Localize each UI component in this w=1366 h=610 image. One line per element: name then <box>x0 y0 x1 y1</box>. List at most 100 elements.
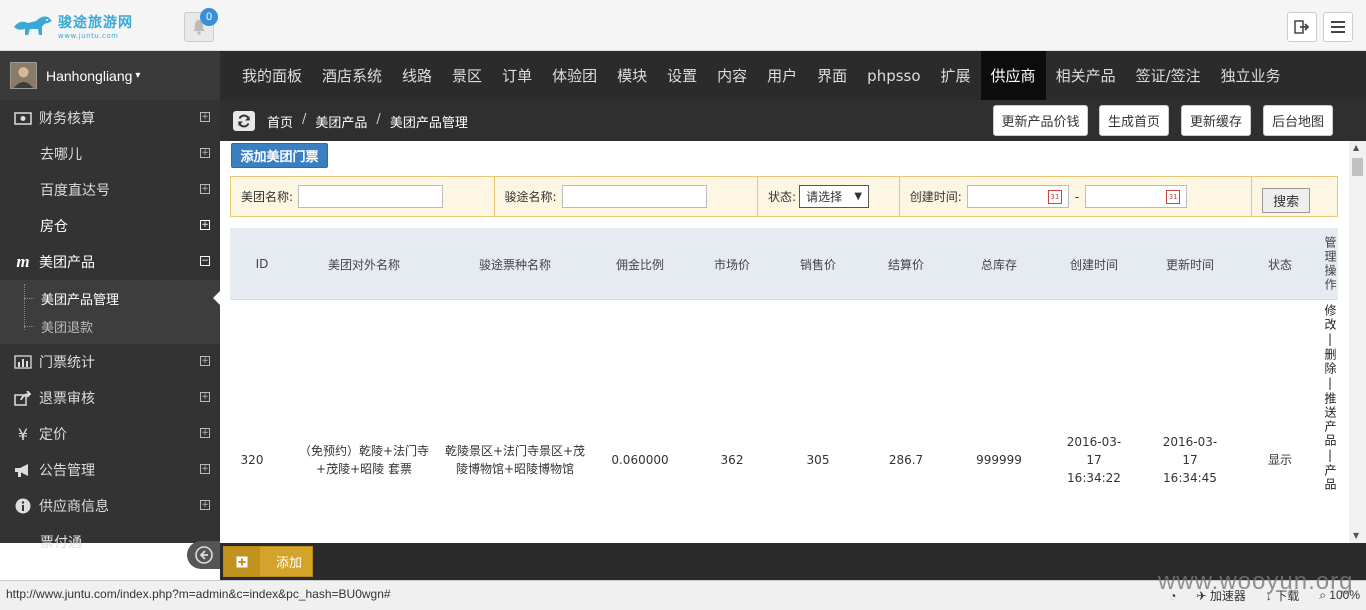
nav-item-16[interactable]: 独立业务 <box>1211 51 1291 100</box>
sidebar-subitem-meituan-refund[interactable]: 美团退款 <box>0 312 220 340</box>
update-price-button[interactable]: 更新产品价钱 <box>993 105 1088 136</box>
nav-menu: 我的面板 酒店系统 线路 景区 订单 体验团 模块 设置 内容 用户 界面 phpsso 扩展 供应商 相关… <box>232 51 1291 100</box>
menu-button[interactable] <box>1323 12 1353 42</box>
row-actions[interactable]: 修改|删除|推送产品|产品 <box>1322 300 1338 543</box>
logout-button[interactable] <box>1287 12 1317 42</box>
table-row: 320 （免预约）乾陵+法门寺+茂陵+昭陵 套票 乾陵景区+法门寺景区+茂陵博物… <box>230 300 1338 543</box>
scroll-down-icon[interactable]: ▼ <box>1353 531 1359 540</box>
sidebar-item-label: 财务核算 <box>39 111 95 127</box>
nav-item-11[interactable]: phpsso <box>857 51 930 100</box>
column-header: 状态 <box>1267 257 1292 272</box>
expand-icon[interactable]: + <box>200 428 210 438</box>
nav-item-5[interactable]: 体验团 <box>542 51 607 100</box>
expand-icon[interactable]: + <box>200 500 210 510</box>
nav-item-1[interactable]: 酒店系统 <box>312 51 392 100</box>
sidebar-item-label: 定价 <box>39 427 67 443</box>
nav-item-8[interactable]: 内容 <box>707 51 757 100</box>
dropdown-arrow-icon: ▼ <box>854 191 863 202</box>
top-header: 骏途旅游网 www.juntu.com 0 <box>0 0 1366 51</box>
sidebar-item-label: 美团产品 <box>39 255 95 271</box>
sidebar-item-finance[interactable]: 财务核算 + <box>0 100 220 136</box>
sidebar-item-meituan[interactable]: m 美团产品 − <box>0 244 220 280</box>
status-select[interactable]: 请选择 ▼ <box>799 185 870 208</box>
sidebar-item-label: 票付通 <box>40 535 82 551</box>
logo-url: www.juntu.com <box>58 32 119 40</box>
calendar-icon[interactable]: 31 <box>1166 190 1181 204</box>
created-start-input[interactable]: 31 <box>966 185 1069 208</box>
user-menu[interactable]: Hanhongliang ▾ <box>0 51 220 100</box>
sidebar-item-label: 百度直达号 <box>40 183 110 199</box>
nav-item-9[interactable]: 用户 <box>757 51 807 100</box>
main-navbar: Hanhongliang ▾ 我的面板 酒店系统 线路 景区 订单 体验团 模块 设置 内容 用户… <box>0 51 1366 100</box>
expand-icon[interactable]: + <box>200 112 210 122</box>
meituan-name-input[interactable] <box>298 185 444 208</box>
sidebar-item-fangcang[interactable]: 房仓 + <box>0 208 220 244</box>
nav-item-10[interactable]: 界面 <box>807 51 857 100</box>
breadcrumb: 首页 / 美团产品 / 美团产品管理 <box>267 112 468 131</box>
add-meituan-ticket-button[interactable]: 添加美团门票 <box>231 143 328 168</box>
breadcrumb-home[interactable]: 首页 <box>267 112 293 131</box>
column-header: 总库存 <box>980 257 1017 272</box>
nav-item-12[interactable]: 扩展 <box>931 51 981 100</box>
calendar-icon[interactable]: 31 <box>1047 190 1062 204</box>
sidebar-item-label: 供应商信息 <box>39 499 109 515</box>
breadcrumb-current: 美团产品管理 <box>389 116 468 131</box>
created-end-input[interactable]: 31 <box>1085 185 1188 208</box>
nav-item-7[interactable]: 设置 <box>657 51 707 100</box>
sidebar-item-baidu[interactable]: 百度直达号 + <box>0 172 220 208</box>
filter-search: 搜索 <box>1252 177 1337 216</box>
juntu-name-input[interactable] <box>561 185 707 208</box>
expand-icon[interactable]: + <box>200 392 210 402</box>
sidebar-item-refund-review[interactable]: 退票审核 + <box>0 380 220 416</box>
expand-icon[interactable]: + <box>200 464 210 474</box>
admin-map-button[interactable]: 后台地图 <box>1263 105 1333 136</box>
search-button[interactable]: 搜索 <box>1262 188 1311 213</box>
collapse-icon[interactable]: − <box>200 256 210 266</box>
sidebar: 财务核算 + 去哪儿 + 百度直达号 + 房仓 + m 美团产品 − 美团产品管… <box>0 100 220 551</box>
sidebar-subitem-label: 美团产品管理 <box>41 292 120 308</box>
money-icon <box>12 109 34 127</box>
sidebar-item-announcements[interactable]: 公告管理 + <box>0 452 220 488</box>
expand-icon[interactable]: + <box>200 356 210 366</box>
hamburger-icon <box>1331 21 1345 33</box>
nav-item-3[interactable]: 景区 <box>442 51 492 100</box>
nav-item-4[interactable]: 订单 <box>492 51 542 100</box>
vertical-scrollbar[interactable]: ▲ ▼ <box>1349 141 1366 543</box>
nav-item-13[interactable]: 供应商 <box>980 51 1046 100</box>
nav-item-6[interactable]: 模块 <box>607 51 657 100</box>
expand-icon[interactable]: + <box>200 220 210 230</box>
filter-meituan-name: 美团名称: <box>231 177 495 216</box>
nav-item-2[interactable]: 线路 <box>392 51 442 100</box>
column-header: ID <box>255 257 269 271</box>
main-content: 添加美团门票 美团名称: 骏途名称: 状态: 请选择 ▼ 创建时间: 31 - … <box>230 141 1340 543</box>
sidebar-subitem-label: 美团退款 <box>41 320 94 336</box>
sidebar-item-pricing[interactable]: ¥ 定价 + <box>0 416 220 452</box>
refresh-button[interactable] <box>233 111 255 131</box>
sidebar-collapse-button[interactable] <box>187 541 220 569</box>
horse-logo-icon <box>14 16 52 35</box>
breadcrumb-meituan[interactable]: 美团产品 <box>315 112 367 131</box>
bar-chart-icon <box>12 353 34 371</box>
scroll-thumb[interactable] <box>1352 158 1363 176</box>
sidebar-item-supplier-info[interactable]: 供应商信息 + <box>0 488 220 524</box>
nav-item-15[interactable]: 签证/签注 <box>1126 51 1211 100</box>
notification-badge: 0 <box>200 8 218 26</box>
sidebar-subitem-meituan-products[interactable]: 美团产品管理 <box>0 284 220 312</box>
bottom-add-button[interactable]: 添加 <box>223 546 313 577</box>
sidebar-item-qunar[interactable]: 去哪儿 + <box>0 136 220 172</box>
logo[interactable]: 骏途旅游网 www.juntu.com <box>12 11 162 41</box>
sidebar-item-label: 去哪儿 <box>40 147 82 163</box>
expand-icon[interactable]: + <box>200 148 210 158</box>
sidebar-item-label: 退票审核 <box>39 391 95 407</box>
update-cache-button[interactable]: 更新缓存 <box>1181 105 1251 136</box>
sidebar-item-ticket-stats[interactable]: 门票统计 + <box>0 344 220 380</box>
scroll-up-icon[interactable]: ▲ <box>1353 143 1359 152</box>
yen-icon: ¥ <box>17 424 29 444</box>
column-header: 市场价 <box>713 257 750 272</box>
nav-item-14[interactable]: 相关产品 <box>1046 51 1126 100</box>
generate-home-button[interactable]: 生成首页 <box>1099 105 1169 136</box>
share-icon <box>12 389 34 407</box>
user-photo-icon <box>11 63 36 88</box>
expand-icon[interactable]: + <box>200 184 210 194</box>
nav-item-0[interactable]: 我的面板 <box>232 51 312 100</box>
